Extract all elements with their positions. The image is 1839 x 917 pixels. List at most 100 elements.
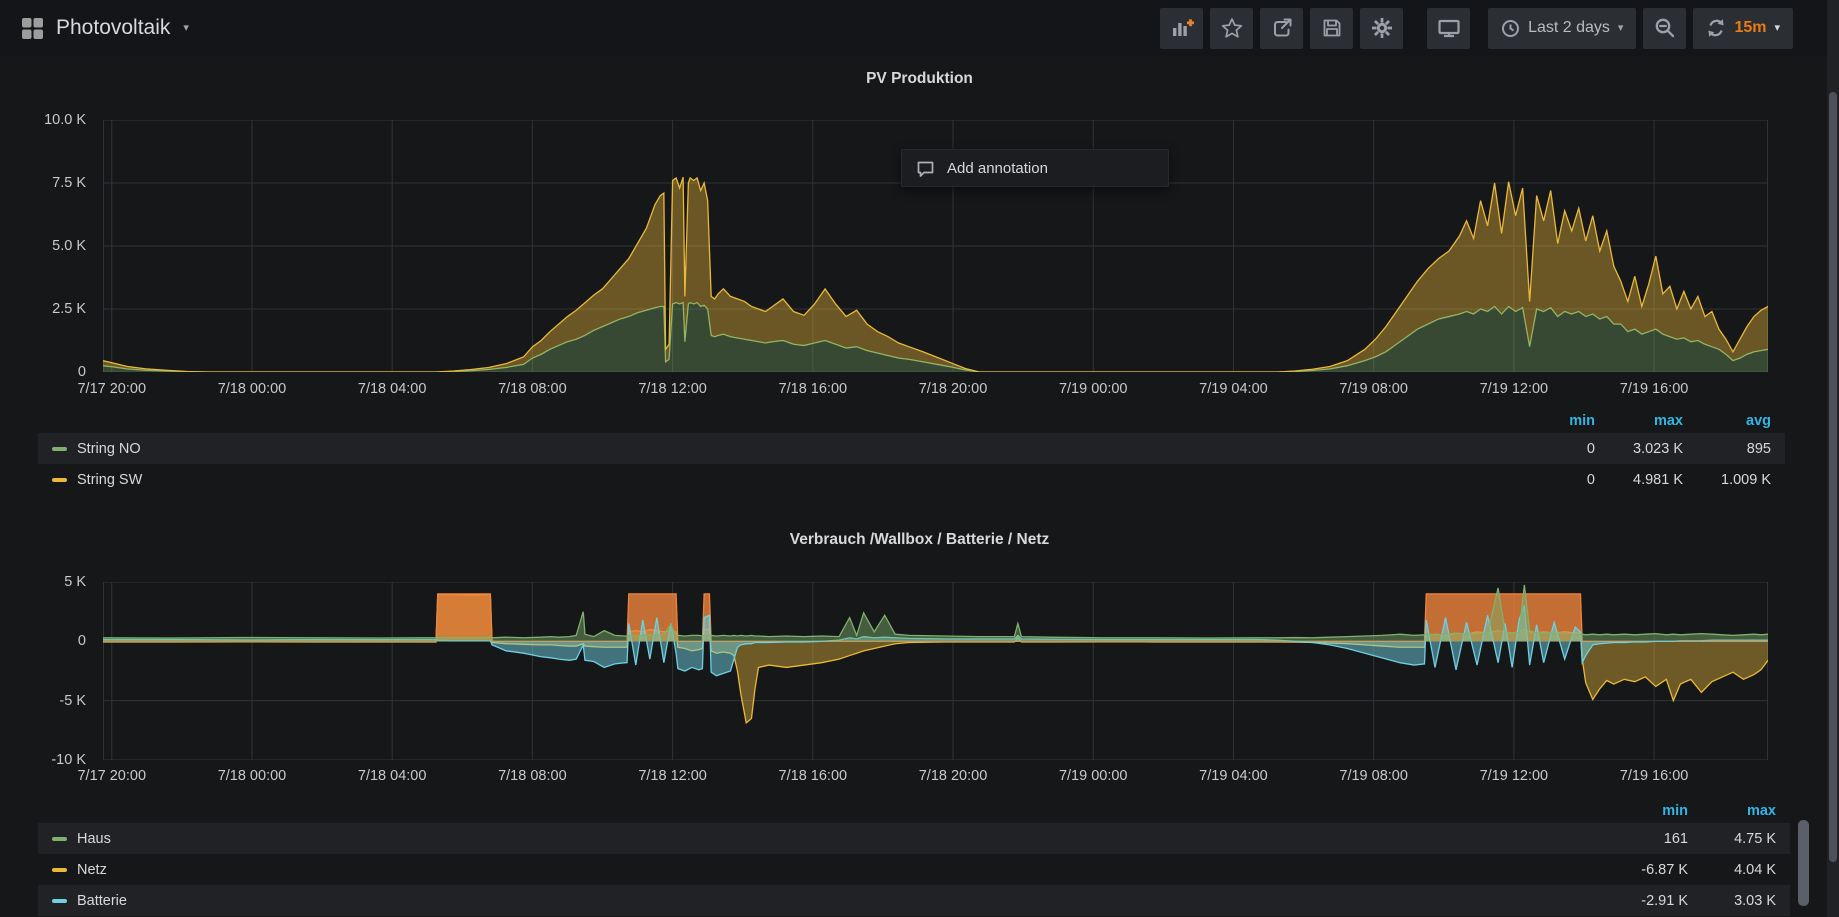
- legend-series-toggle[interactable]: Haus: [52, 831, 1600, 847]
- legend-series-toggle[interactable]: Netz: [52, 862, 1600, 878]
- verbrauch-chart-x-axis: 7/17 20:007/18 00:007/18 04:007/18 08:00…: [103, 768, 1768, 788]
- x-tick-label: 7/19 00:00: [1038, 381, 1148, 397]
- x-tick-label: 7/19 12:00: [1459, 381, 1569, 397]
- add-annotation-menu-item[interactable]: Add annotation: [901, 149, 1169, 187]
- x-tick-label: 7/18 04:00: [337, 768, 447, 784]
- panel-title-verbrauch[interactable]: Verbrauch /Wallbox / Batterie / Netz: [0, 531, 1839, 549]
- x-tick-label: 7/18 00:00: [197, 381, 307, 397]
- legend-row: Haus1614.75 K: [38, 823, 1790, 854]
- series-label: String SW: [77, 472, 142, 488]
- legend-value: 3.03 K: [1688, 893, 1776, 909]
- dashboard-title-dropdown[interactable]: Photovoltaik ▾: [22, 16, 189, 40]
- legend-column-header[interactable]: avg: [1683, 413, 1771, 429]
- page-scrollbar-thumb[interactable]: [1829, 92, 1837, 862]
- add-panel-button[interactable]: [1160, 8, 1203, 49]
- zoom-out-button[interactable]: [1643, 8, 1686, 49]
- star-button[interactable]: [1210, 8, 1253, 49]
- legend-series-toggle[interactable]: String NO: [52, 441, 1507, 457]
- y-tick-label: 5 K: [0, 573, 86, 591]
- y-tick-label: -10 K: [0, 751, 86, 769]
- x-tick-label: 7/19 16:00: [1599, 381, 1709, 397]
- legend-series-toggle[interactable]: Batterie: [52, 893, 1600, 909]
- y-tick-label: 10.0 K: [0, 111, 86, 129]
- navbar: Photovoltaik ▾: [0, 0, 1839, 56]
- settings-gear-button[interactable]: [1360, 8, 1403, 49]
- y-tick-label: -5 K: [0, 692, 86, 710]
- tv-mode-button[interactable]: [1427, 8, 1470, 49]
- navbar-actions: Last 2 days ▾ 15m ▾: [1153, 8, 1793, 49]
- x-tick-label: 7/19 08:00: [1319, 381, 1429, 397]
- legend-row: Batterie-2.91 K3.03 K: [38, 885, 1790, 916]
- legend-column-header[interactable]: max: [1688, 803, 1776, 819]
- legend-value: -6.87 K: [1600, 862, 1688, 878]
- legend-value: 1.009 K: [1683, 472, 1771, 488]
- x-tick-label: 7/19 00:00: [1038, 768, 1148, 784]
- x-tick-label: 7/18 12:00: [618, 768, 728, 784]
- legend-header: minmax: [38, 798, 1790, 823]
- y-tick-label: 0: [0, 632, 86, 650]
- x-tick-label: 7/19 04:00: [1178, 381, 1288, 397]
- time-range-picker[interactable]: Last 2 days ▾: [1488, 8, 1636, 49]
- legend-column-header[interactable]: min: [1507, 413, 1595, 429]
- legend-column-header[interactable]: max: [1595, 413, 1683, 429]
- pv-chart-y-axis: 10.0 K7.5 K5.0 K2.5 K0: [0, 120, 94, 372]
- verbrauch-chart[interactable]: [103, 582, 1768, 760]
- x-tick-label: 7/18 20:00: [898, 768, 1008, 784]
- x-tick-label: 7/18 12:00: [618, 381, 728, 397]
- y-tick-label: 2.5 K: [0, 300, 86, 318]
- dashboard-title[interactable]: Photovoltaik: [56, 16, 170, 40]
- share-button[interactable]: [1260, 8, 1303, 49]
- legend-value: 161: [1600, 831, 1688, 847]
- x-tick-label: 7/19 12:00: [1459, 768, 1569, 784]
- panel-title-pv-produktion[interactable]: PV Produktion: [0, 70, 1839, 88]
- chevron-down-icon: ▾: [1774, 23, 1780, 34]
- series-color-swatch[interactable]: [52, 899, 67, 903]
- x-tick-label: 7/19 04:00: [1178, 768, 1288, 784]
- x-tick-label: 7/18 16:00: [758, 768, 868, 784]
- legend-value: 0: [1507, 441, 1595, 457]
- series-label: String NO: [77, 441, 141, 457]
- refresh-button[interactable]: 15m ▾: [1693, 8, 1793, 49]
- legend-value: 4.04 K: [1688, 862, 1776, 878]
- x-tick-label: 7/18 00:00: [197, 768, 307, 784]
- series-color-swatch[interactable]: [52, 478, 67, 482]
- x-tick-label: 7/18 20:00: [898, 381, 1008, 397]
- x-tick-label: 7/19 08:00: [1319, 768, 1429, 784]
- refresh-icon[interactable]: [1706, 18, 1726, 38]
- chevron-down-icon: ▾: [1618, 23, 1624, 34]
- pv-chart-legend: minmaxavg String NO 03.023 K895 String SW 04…: [38, 408, 1785, 495]
- refresh-interval-label[interactable]: 15m: [1734, 19, 1766, 37]
- legend-value: 895: [1683, 441, 1771, 457]
- legend-row: String NO 03.023 K895: [38, 433, 1785, 464]
- legend-value: 0: [1507, 472, 1595, 488]
- x-tick-label: 7/18 04:00: [337, 381, 447, 397]
- series-color-swatch[interactable]: [52, 868, 67, 872]
- legend-series-toggle[interactable]: String SW: [52, 472, 1507, 488]
- page-scrollbar-track[interactable]: [1827, 0, 1839, 917]
- comment-icon: [916, 159, 935, 178]
- legend-header: minmaxavg: [38, 408, 1785, 433]
- legend-row: Netz-6.87 K4.04 K: [38, 854, 1790, 885]
- legend-value: -2.91 K: [1600, 893, 1688, 909]
- x-tick-label: 7/18 16:00: [758, 381, 868, 397]
- legend-value: 3.023 K: [1595, 441, 1683, 457]
- save-button[interactable]: [1310, 8, 1353, 49]
- grid-logo-icon[interactable]: [22, 18, 43, 39]
- chevron-down-icon: ▾: [183, 23, 189, 34]
- x-tick-label: 7/17 20:00: [57, 768, 167, 784]
- legend-scrollbar[interactable]: [1798, 820, 1809, 906]
- x-tick-label: 7/18 08:00: [477, 381, 587, 397]
- series-label: Haus: [77, 831, 111, 847]
- legend-value: 4.981 K: [1595, 472, 1683, 488]
- x-tick-label: 7/19 16:00: [1599, 768, 1709, 784]
- legend-column-header[interactable]: min: [1600, 803, 1688, 819]
- pv-chart-x-axis: 7/17 20:007/18 00:007/18 04:007/18 08:00…: [103, 381, 1768, 401]
- series-color-swatch[interactable]: [52, 837, 67, 841]
- clock-icon: [1501, 19, 1520, 38]
- series-color-swatch[interactable]: [52, 447, 67, 451]
- y-tick-label: 7.5 K: [0, 174, 86, 192]
- y-tick-label: 0: [0, 363, 86, 381]
- x-tick-label: 7/17 20:00: [57, 381, 167, 397]
- legend-row: String SW 04.981 K1.009 K: [38, 464, 1785, 495]
- verbrauch-chart-legend: minmaxHaus1614.75 KNetz-6.87 K4.04 KBatt…: [38, 798, 1790, 916]
